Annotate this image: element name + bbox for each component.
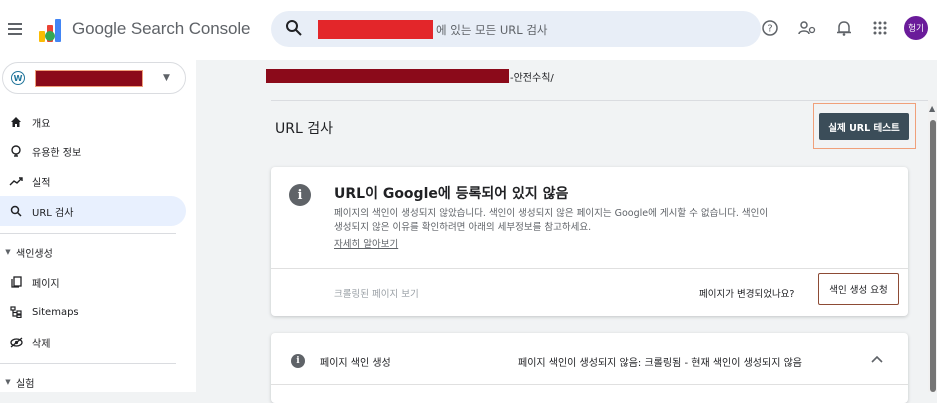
sidebar-item-label: 페이지 [32, 278, 60, 290]
sidebar-item-label: 유용한 정보 [32, 147, 82, 159]
search-console-logo-icon [38, 17, 64, 43]
sidebar-item-insights[interactable]: 유용한 정보 [0, 136, 186, 166]
section-experience[interactable]: ▼ 실험 [0, 371, 34, 393]
section-label: 실험 [16, 378, 35, 390]
indexing-card: i 페이지 색인 생성 페이지 색인이 생성되지 않음: 크롤링됨 - 현재 색… [271, 333, 908, 403]
section-indexing[interactable]: ▼ 색인생성 [0, 241, 53, 263]
search-placeholder: 에 있는 모든 URL 검사 [436, 23, 548, 37]
search-icon [0, 205, 32, 217]
search-icon [285, 19, 303, 37]
indexing-status: 페이지 색인이 생성되지 않음: 크롤링됨 - 현재 색인이 생성되지 않음 [518, 358, 802, 369]
wordpress-icon: W [11, 71, 25, 85]
redacted-url [266, 69, 509, 83]
sitemap-icon [0, 306, 32, 318]
request-indexing-button[interactable]: 색인 생성 요청 [818, 273, 899, 305]
sidebar-item-pages[interactable]: 페이지 [0, 267, 186, 297]
section-label: 색인생성 [16, 248, 53, 260]
page-changed-question: 페이지가 변경되었나요? [699, 289, 795, 300]
scroll-thumb[interactable] [930, 120, 936, 392]
sidebar-divider [0, 363, 176, 364]
help-icon[interactable]: ? [760, 18, 780, 38]
manage-users-icon[interactable] [797, 18, 817, 38]
sidebar: W ▼ 개요 유용한 정보 실적 URL 검사 ▼ 색인생성 페이지 Sitem… [0, 60, 196, 392]
card-divider [271, 384, 908, 385]
property-selector[interactable]: W ▼ [2, 62, 186, 94]
collapse-chevron-icon[interactable] [871, 353, 883, 366]
learn-more-link[interactable]: 자세히 알아보기 [334, 236, 398, 250]
sidebar-item-label: 삭제 [32, 338, 51, 350]
test-live-url-button[interactable]: 실제 URL 테스트 [819, 113, 909, 140]
sidebar-divider [0, 233, 176, 234]
indexing-label: 페이지 색인 생성 [320, 358, 391, 369]
svg-text:?: ? [767, 24, 772, 35]
sidebar-item-sitemaps[interactable]: Sitemaps [0, 297, 186, 327]
pages-icon [0, 276, 32, 288]
sidebar-item-overview[interactable]: 개요 [0, 107, 186, 137]
status-description: 페이지의 색인이 생성되지 않았습니다. 색인이 생성되지 않은 페이지는 Go… [334, 208, 769, 233]
view-crawled-page-link[interactable]: 크롤링된 페이지 보기 [334, 286, 419, 300]
inspected-url-suffix: -안전수칙/ [510, 73, 554, 84]
apps-grid-icon[interactable] [870, 18, 890, 38]
info-icon: i [289, 184, 311, 206]
sidebar-item-label: URL 검사 [32, 207, 74, 219]
sidebar-item-label: 실적 [32, 177, 51, 189]
sidebar-item-label: Sitemaps [32, 306, 79, 318]
sidebar-item-performance[interactable]: 실적 [0, 166, 186, 196]
redacted-domain [318, 20, 433, 39]
trending-icon [0, 176, 32, 186]
page-title: URL 검사 [275, 121, 333, 137]
app-title: Google Search Console [72, 19, 251, 38]
expand-caret-icon: ▼ [5, 248, 11, 256]
sidebar-item-label: 개요 [32, 118, 51, 130]
account-avatar[interactable]: 헝기 [904, 16, 928, 40]
notifications-icon[interactable] [834, 18, 854, 38]
card-divider [271, 268, 908, 269]
info-icon: i [291, 354, 305, 368]
scroll-up-arrow-icon[interactable]: ▲ [929, 104, 935, 113]
sidebar-item-url-inspection[interactable]: URL 검사 [0, 196, 186, 226]
sidebar-item-removals[interactable]: 삭제 [0, 327, 186, 357]
status-card: i URL이 Google에 등록되어 있지 않음 페이지의 색인이 생성되지 … [271, 167, 908, 316]
lightbulb-icon [0, 144, 32, 158]
redacted-property-name [35, 70, 143, 87]
url-inspect-search-bar[interactable]: 에 있는 모든 URL 검사 [271, 11, 761, 47]
status-title: URL이 Google에 등록되어 있지 않음 [334, 186, 569, 202]
expand-caret-icon: ▼ [5, 378, 11, 386]
menu-icon[interactable] [4, 14, 26, 44]
top-bar: Google Search Console 에 있는 모든 URL 검사 ? 헝… [0, 0, 937, 60]
dropdown-caret-icon: ▼ [163, 73, 170, 83]
removals-icon [0, 336, 32, 348]
header-divider [271, 100, 928, 101]
scrollbar[interactable]: ▲ [928, 100, 937, 392]
home-icon [0, 116, 32, 128]
